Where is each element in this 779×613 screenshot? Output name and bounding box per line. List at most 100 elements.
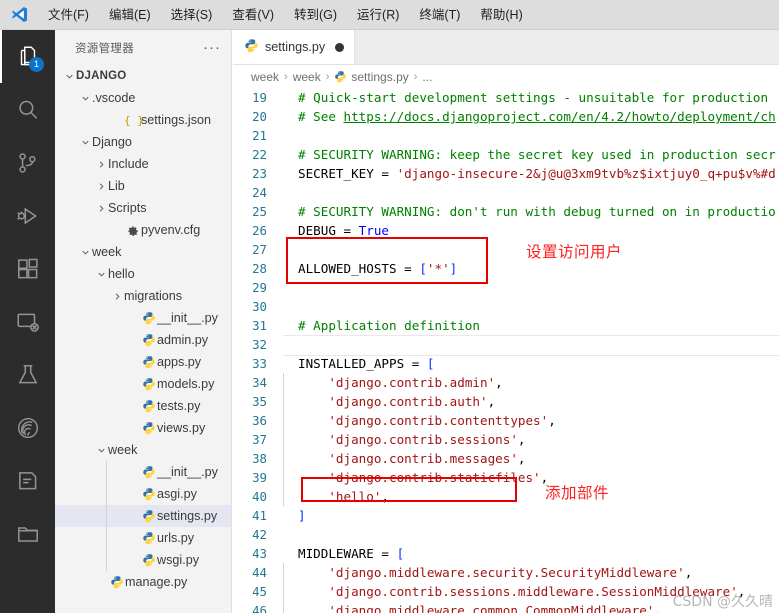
- breadcrumb-item-1[interactable]: week: [293, 70, 321, 84]
- tree-folder-DJANGO[interactable]: DJANGO: [55, 65, 231, 87]
- code-line[interactable]: 41]: [233, 506, 779, 525]
- code-line[interactable]: 28 ALLOWED_HOSTS = ['*']: [233, 259, 779, 278]
- activity-source-control[interactable]: [0, 136, 55, 189]
- tree-item-label: __init__.py: [157, 465, 218, 479]
- tree-file-pyvenv-cfg[interactable]: pyvenv.cfg: [55, 219, 231, 241]
- code-line[interactable]: 21: [233, 126, 779, 145]
- tree-file-settings-py[interactable]: settings.py: [55, 505, 231, 527]
- code-editor[interactable]: 19 # Quick-start development settings - u…: [233, 88, 779, 613]
- tree-file-models-py[interactable]: models.py: [55, 373, 231, 395]
- tree-item-label: admin.py: [157, 333, 209, 347]
- tree-file-admin-py[interactable]: admin.py: [55, 329, 231, 351]
- breadcrumb-item-2[interactable]: settings.py: [351, 70, 408, 84]
- chevron-right-icon[interactable]: [95, 180, 108, 191]
- tab-settings-py[interactable]: settings.py: [233, 30, 356, 64]
- activity-notebook[interactable]: [0, 454, 55, 507]
- menu-file[interactable]: 文件(F): [38, 3, 99, 27]
- line-number: 27: [252, 242, 267, 257]
- tree-folder-Lib[interactable]: Lib: [55, 175, 231, 197]
- chevron-right-icon[interactable]: [95, 202, 108, 213]
- code-line[interactable]: 37 'django.contrib.sessions',: [233, 430, 779, 449]
- line-content: 'django.contrib.admin',: [283, 373, 779, 392]
- code-line[interactable]: 42: [233, 525, 779, 544]
- code-line[interactable]: 30: [233, 297, 779, 316]
- line-content: [283, 278, 779, 297]
- tree-file-manage-py[interactable]: manage.py: [55, 571, 231, 593]
- code-line[interactable]: 39 'django.contrib.staticfiles',: [233, 468, 779, 487]
- code-line[interactable]: 32: [233, 335, 779, 356]
- tree-folder-week[interactable]: week: [55, 241, 231, 263]
- code-line[interactable]: 38 'django.contrib.messages',: [233, 449, 779, 468]
- chevron-down-icon[interactable]: [95, 268, 108, 279]
- activity-remote-explorer[interactable]: [0, 295, 55, 348]
- code-line[interactable]: 19 # Quick-start development settings - u…: [233, 88, 779, 107]
- menu-edit[interactable]: 编辑(E): [99, 3, 161, 27]
- activity-explorer[interactable]: 1: [0, 30, 55, 83]
- code-line[interactable]: 44 'django.middleware.security.SecurityM…: [233, 563, 779, 582]
- chevron-right-icon[interactable]: [95, 158, 108, 169]
- chevron-down-icon[interactable]: [79, 136, 92, 147]
- line-content: DEBUG = True: [298, 223, 390, 238]
- tree-file-tests-py[interactable]: tests.py: [55, 395, 231, 417]
- menu-view[interactable]: 查看(V): [222, 3, 284, 27]
- code-line[interactable]: 43 MIDDLEWARE = [: [233, 544, 779, 563]
- tree-folder-week[interactable]: week: [55, 439, 231, 461]
- menu-terminal[interactable]: 终端(T): [409, 3, 470, 27]
- tree-folder-Scripts[interactable]: Scripts: [55, 197, 231, 219]
- tree-file---init---py[interactable]: __init__.py: [55, 307, 231, 329]
- tree-file-asgi-py[interactable]: asgi.py: [55, 483, 231, 505]
- activity-testing[interactable]: [0, 348, 55, 401]
- tree-file-apps-py[interactable]: apps.py: [55, 351, 231, 373]
- json-icon: { }: [124, 114, 144, 127]
- activity-search[interactable]: [0, 83, 55, 136]
- line-content: ]: [298, 508, 306, 523]
- line-content: INSTALLED_APPS = [: [298, 356, 435, 371]
- more-actions-icon[interactable]: ···: [203, 40, 221, 55]
- chevron-down-icon[interactable]: [63, 70, 76, 81]
- code-line[interactable]: 29: [233, 278, 779, 297]
- code-line[interactable]: 25 # SECURITY WARNING: don't run with deb…: [233, 202, 779, 221]
- tree-file-urls-py[interactable]: urls.py: [55, 527, 231, 549]
- code-line[interactable]: 26 DEBUG = True: [233, 221, 779, 240]
- code-line[interactable]: 22 # SECURITY WARNING: keep the secret ke…: [233, 145, 779, 164]
- activity-fingerprint[interactable]: [0, 401, 55, 454]
- menu-help[interactable]: 帮助(H): [470, 3, 532, 27]
- breadcrumb-item-3[interactable]: ...: [422, 70, 432, 84]
- menu-go[interactable]: 转到(G): [284, 3, 347, 27]
- vscode-window: 文件(F) 编辑(E) 选择(S) 查看(V) 转到(G) 运行(R) 终端(T) 帮助(H)…: [0, 0, 779, 613]
- tree-folder--vscode[interactable]: .vscode: [55, 87, 231, 109]
- activity-run-and-debug[interactable]: [0, 189, 55, 242]
- tab-dirty-indicator[interactable]: [335, 42, 345, 52]
- tree-file---init---py[interactable]: __init__.py: [55, 461, 231, 483]
- code-indent-guide: [283, 601, 284, 613]
- code-line[interactable]: 27: [233, 240, 779, 259]
- line-content: [283, 126, 779, 145]
- code-line[interactable]: 23 SECRET_KEY = 'django-insecure-2&j@u@3x…: [233, 164, 779, 183]
- code-line[interactable]: 31 # Application definition: [233, 316, 779, 335]
- tree-folder-Django[interactable]: Django: [55, 131, 231, 153]
- chevron-down-icon[interactable]: [95, 444, 108, 455]
- code-line[interactable]: 20 # See https://docs.djangoproject.com/e…: [233, 107, 779, 126]
- code-line[interactable]: 40 'hello',: [233, 487, 779, 506]
- chevron-down-icon[interactable]: [79, 92, 92, 103]
- tree-file-wsgi-py[interactable]: wsgi.py: [55, 549, 231, 571]
- activity-extensions[interactable]: [0, 242, 55, 295]
- breadcrumb-item-0[interactable]: week: [251, 70, 279, 84]
- tree-folder-hello[interactable]: hello: [55, 263, 231, 285]
- code-line[interactable]: 33 INSTALLED_APPS = [: [233, 354, 779, 373]
- menu-run[interactable]: 运行(R): [347, 3, 409, 27]
- code-line[interactable]: 35 'django.contrib.auth',: [233, 392, 779, 411]
- chevron-right-icon[interactable]: [111, 290, 124, 301]
- tree-file-settings-json[interactable]: { } settings.json: [55, 109, 231, 131]
- tree-item-label: Include: [108, 157, 149, 171]
- code-line[interactable]: 24: [233, 183, 779, 202]
- python-icon: [140, 333, 157, 348]
- tree-folder-Include[interactable]: Include: [55, 153, 231, 175]
- activity-folder[interactable]: [0, 507, 55, 560]
- code-line[interactable]: 36 'django.contrib.contenttypes',: [233, 411, 779, 430]
- tree-folder-migrations[interactable]: migrations: [55, 285, 231, 307]
- code-line[interactable]: 34 'django.contrib.admin',: [233, 373, 779, 392]
- chevron-down-icon[interactable]: [79, 246, 92, 257]
- tree-file-views-py[interactable]: views.py: [55, 417, 231, 439]
- menu-selection[interactable]: 选择(S): [161, 3, 223, 27]
